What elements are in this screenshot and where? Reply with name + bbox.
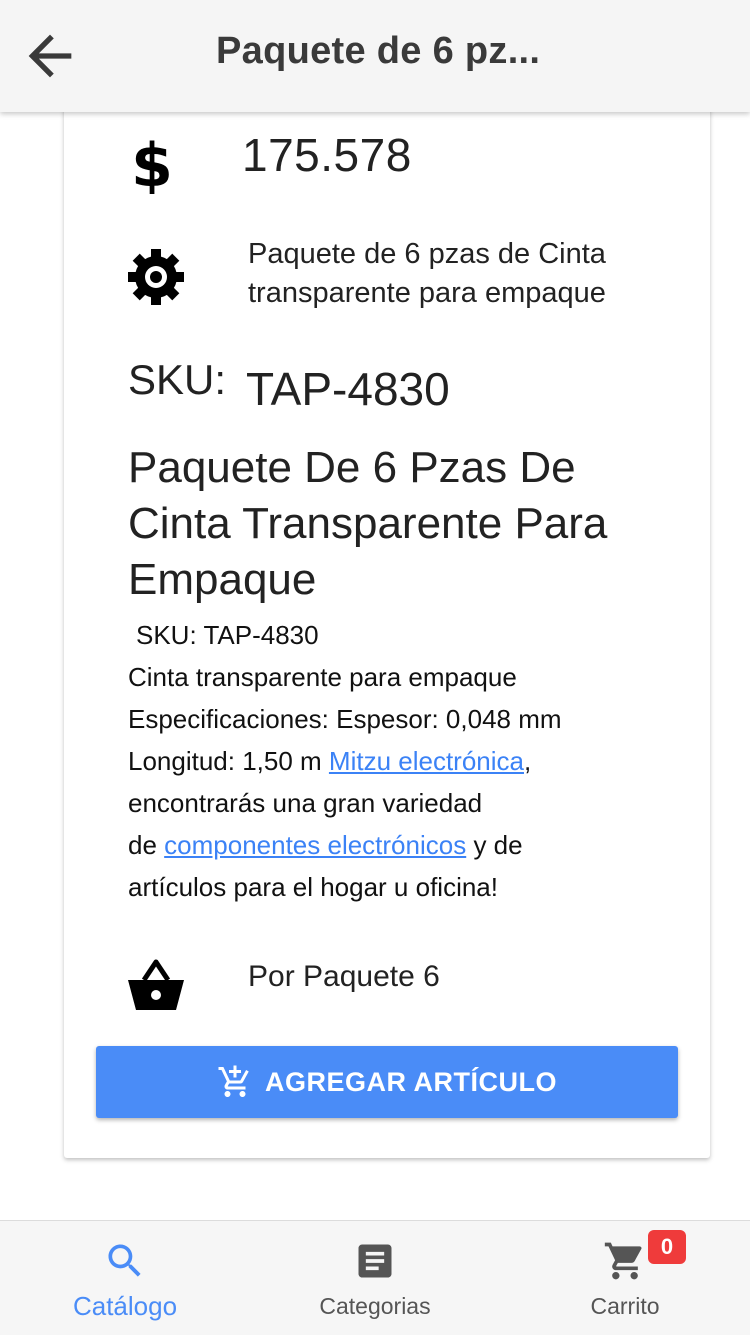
cart-icon bbox=[604, 1242, 642, 1280]
tab-categorias[interactable]: Categorias bbox=[250, 1221, 500, 1335]
tab-categorias-label: Categorias bbox=[319, 1293, 431, 1319]
description-text: y de bbox=[466, 830, 523, 860]
description-line: encontrarás una gran variedad bbox=[128, 788, 483, 818]
description-line: Cinta transparente para empaque bbox=[128, 662, 517, 692]
tab-catalogo-label: Catálogo bbox=[72, 1291, 178, 1321]
add-item-label: AGREGAR ARTÍCULO bbox=[265, 1066, 557, 1097]
description-line: de componentes electrónicos y de bbox=[128, 824, 658, 866]
back-button[interactable] bbox=[18, 24, 82, 88]
description-line: artículos para el hogar u oficina! bbox=[128, 872, 498, 902]
description-sku: SKU: TAP-4830 bbox=[136, 620, 319, 650]
app-bar: Paquete de 6 pz... bbox=[0, 0, 750, 112]
cart-count-badge: 0 bbox=[648, 1230, 686, 1264]
product-description: SKU: TAP-4830 Cinta transparente para em… bbox=[128, 614, 658, 908]
add-item-button[interactable]: AGREGAR ARTÍCULO bbox=[96, 1046, 678, 1118]
tab-carrito[interactable]: Carrito bbox=[500, 1221, 750, 1335]
search-icon bbox=[108, 1244, 141, 1277]
tab-carrito-label: Carrito bbox=[590, 1293, 660, 1319]
unit-label: Por Paquete 6 bbox=[248, 960, 440, 993]
bottom-navigation: Catálogo Categorias Carrito bbox=[0, 1220, 750, 1335]
description-text: Longitud: 1,50 m bbox=[128, 746, 329, 776]
sku-value: TAP-4830 bbox=[246, 363, 450, 415]
list-icon bbox=[358, 1244, 392, 1278]
dollar-icon: $ bbox=[131, 131, 173, 194]
page-title: Paquete de 6 pz... bbox=[216, 30, 541, 72]
description-text: , bbox=[524, 746, 532, 776]
mitzu-link[interactable]: Mitzu electrónica bbox=[329, 746, 524, 776]
sku-label: SKU: bbox=[128, 356, 227, 403]
description-line: Longitud: 1,50 m Mitzu electrónica, bbox=[128, 740, 658, 782]
short-description: Paquete de 6 pzas de Cinta transparente … bbox=[248, 238, 606, 309]
product-title: Paquete De 6 Pzas De Cinta Transparente … bbox=[128, 443, 608, 604]
tab-catalogo[interactable]: Catálogo bbox=[0, 1221, 250, 1335]
product-price: 175.578 bbox=[242, 129, 412, 181]
basket-icon bbox=[128, 959, 184, 1010]
description-line: Especificaciones: Espesor: 0,048 mm bbox=[128, 704, 562, 734]
svg-text:$: $ bbox=[131, 131, 173, 194]
arrow-left-icon bbox=[28, 34, 72, 78]
add-cart-icon bbox=[218, 1065, 249, 1097]
gear-icon bbox=[128, 249, 184, 305]
components-link[interactable]: componentes electrónicos bbox=[164, 830, 466, 860]
description-text: de bbox=[128, 830, 165, 860]
